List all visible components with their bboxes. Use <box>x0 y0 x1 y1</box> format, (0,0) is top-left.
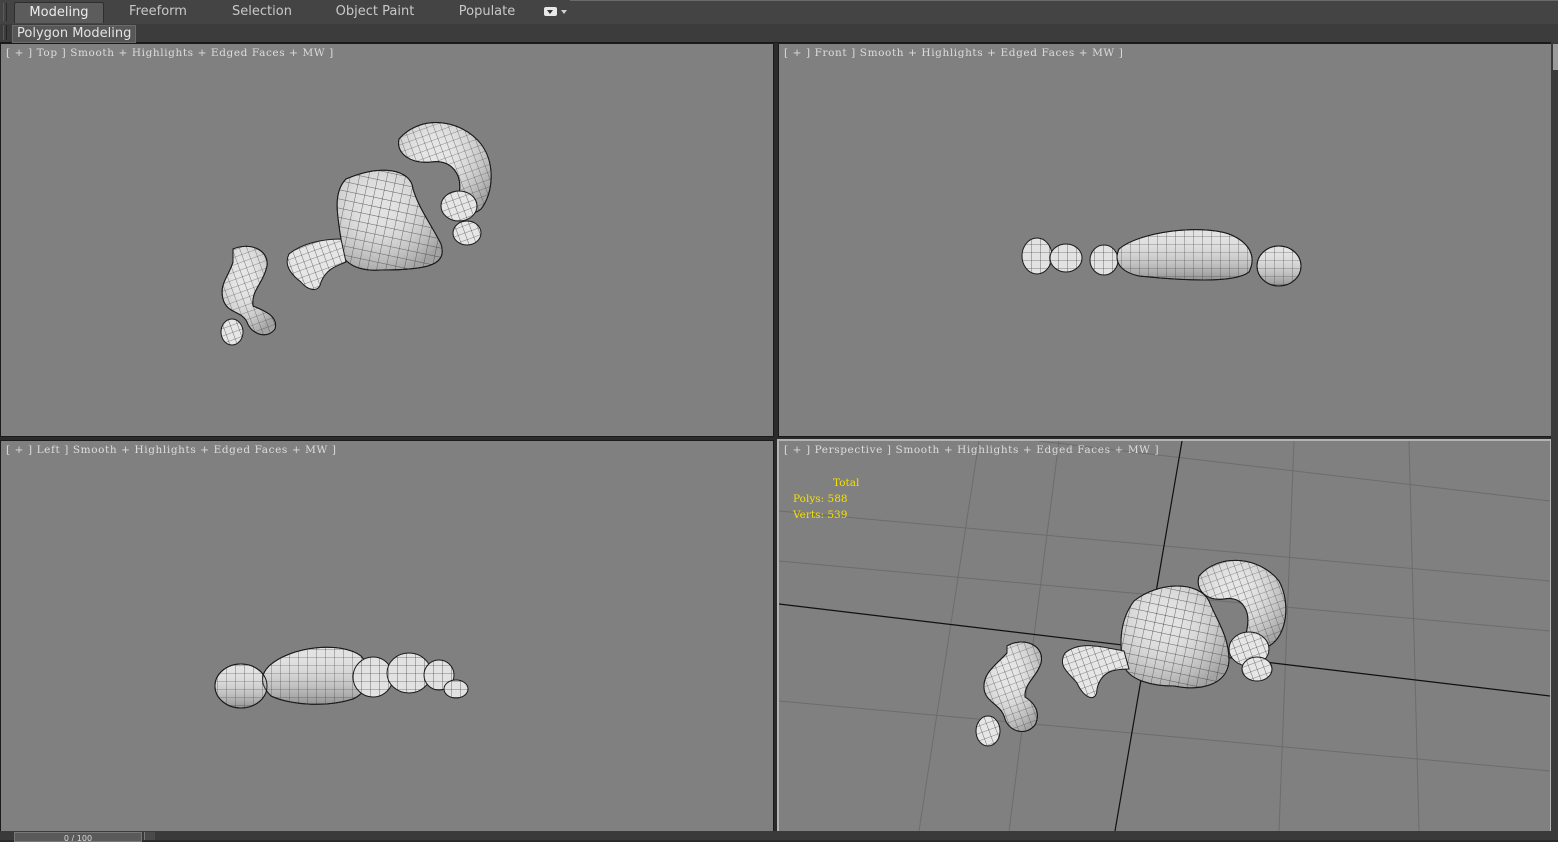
tab-populate[interactable]: Populate <box>450 2 524 22</box>
front-view-mesh <box>1021 229 1302 287</box>
verts-label: Verts: <box>793 509 824 521</box>
stats-verts: Verts: 539 <box>793 507 859 523</box>
subpanel-grip[interactable] <box>3 25 7 40</box>
ribbon-subpanel: Polygon Modeling <box>0 24 1558 43</box>
tab-object-paint[interactable]: Object Paint <box>330 2 420 22</box>
polys-value: 588 <box>827 493 848 505</box>
tab-modeling[interactable]: Modeling <box>14 2 104 23</box>
chevron-down-icon <box>544 7 557 16</box>
dropdown-arrow-icon <box>561 10 567 14</box>
perspective-view-mesh <box>779 441 1550 831</box>
viewport-front[interactable]: [ + ] Front ] Smooth + Highlights + Edge… <box>778 43 1552 437</box>
left-view-mesh <box>214 646 469 709</box>
next-frame-button[interactable] <box>144 832 155 840</box>
viewport-top[interactable]: [ + ] Top ] Smooth + Highlights + Edged … <box>0 43 774 437</box>
ribbon-scrollbar[interactable] <box>1551 42 1558 832</box>
stats-header: Total <box>833 477 860 489</box>
viewport-left[interactable]: [ + ] Left ] Smooth + Highlights + Edged… <box>0 440 774 833</box>
tab-selection[interactable]: Selection <box>222 2 302 22</box>
scrollbar-thumb[interactable] <box>1553 44 1558 70</box>
polygon-modeling-button[interactable]: Polygon Modeling <box>12 25 137 43</box>
ribbon-tab-bar: Modeling Freeform Selection Object Paint… <box>0 0 1558 25</box>
top-view-mesh <box>220 122 492 346</box>
divider <box>570 0 1558 1</box>
viewport-label-perspective[interactable]: [ + ] Perspective ] Smooth + Highlights … <box>784 444 1159 456</box>
viewport-perspective[interactable]: [ + ] Perspective ] Smooth + Highlights … <box>777 439 1552 833</box>
verts-value: 539 <box>827 509 848 521</box>
tab-freeform[interactable]: Freeform <box>118 2 198 22</box>
time-slider[interactable]: 0 / 100 <box>14 832 142 842</box>
stats-polys: Polys: 588 <box>793 491 859 507</box>
ribbon-grip[interactable] <box>3 3 7 21</box>
stats-overlay: Total Polys: 588 Verts: 539 <box>793 475 859 523</box>
polys-label: Polys: <box>793 493 825 505</box>
ribbon-options-button[interactable] <box>544 7 567 19</box>
time-slider-bar <box>0 831 1558 840</box>
